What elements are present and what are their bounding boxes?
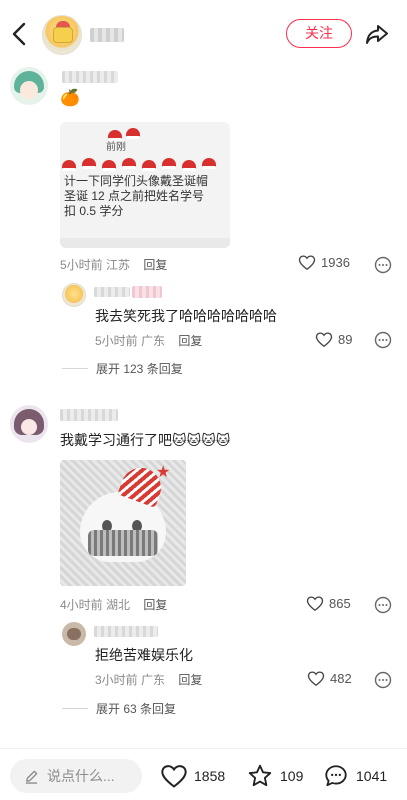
divider-line (62, 708, 88, 709)
like-count: 482 (330, 671, 352, 686)
santa-hat-sticker (62, 160, 76, 171)
commenter-avatar[interactable] (10, 67, 48, 105)
heart-icon (315, 332, 333, 348)
more-options-icon[interactable] (374, 671, 392, 689)
reply-meta: 5小时前 广东 回复 (95, 332, 202, 349)
heart-icon (298, 255, 316, 271)
comment-input-placeholder: 说点什么... (47, 768, 115, 784)
share-icon[interactable] (364, 21, 390, 47)
santa-hat-sticker (202, 158, 216, 169)
commenter-name-blurred[interactable] (60, 409, 118, 421)
like-button[interactable]: 482 (307, 670, 352, 687)
back-arrow-icon[interactable] (8, 20, 32, 48)
reply-text: 我去笑死我了哈哈哈哈哈哈哈 (95, 308, 277, 324)
follow-button[interactable]: 关注 (286, 19, 352, 48)
comment-location: 江苏 (106, 258, 131, 272)
reply-avatar[interactable] (62, 622, 86, 646)
commenter-avatar[interactable] (10, 405, 48, 443)
expand-replies-label: 展开 123 条回复 (96, 362, 183, 376)
reply-author-blurred[interactable] (94, 287, 130, 297)
reply-avatar[interactable] (62, 283, 86, 307)
image-header-text: 前刚 (106, 142, 126, 153)
author-name-blurred[interactable] (90, 28, 124, 42)
heart-icon (307, 671, 325, 687)
more-options-icon[interactable] (374, 256, 392, 274)
reply-text: 拒绝苦难娱乐化 (95, 647, 193, 663)
santa-hat-sticker (182, 160, 196, 171)
comment-meta: 4小时前 湖北 回复 (60, 596, 167, 613)
reply-author-badge-blurred (132, 286, 162, 298)
like-count: 89 (338, 332, 353, 347)
post-comment-count: 1041 (356, 768, 388, 784)
comment-location: 湖北 (106, 598, 131, 612)
reply-author-blurred[interactable] (94, 626, 158, 637)
santa-hat-sticker (142, 160, 156, 171)
image-caption-line: 扣 0.5 学分 (64, 204, 124, 218)
comment-time: 4小时前 (60, 598, 103, 612)
bottom-action-bar: 说点什么... 1858 109 1041 (0, 748, 407, 800)
comment-meta: 5小时前 江苏 回复 (60, 256, 167, 273)
favorite-post-button[interactable]: 109 (246, 763, 303, 789)
image-footer-strip (60, 238, 230, 248)
like-button[interactable]: 1936 (298, 254, 350, 271)
divider-line (62, 368, 88, 369)
more-options-icon[interactable] (374, 331, 392, 349)
reply-button[interactable]: 回复 (178, 673, 202, 687)
reply-location: 广东 (141, 673, 166, 687)
expand-replies-label: 展开 63 条回复 (96, 702, 177, 716)
comment-emoji: 🍊 (60, 90, 80, 107)
image-character-mask (88, 530, 158, 556)
like-count: 1936 (321, 255, 350, 270)
like-post-button[interactable]: 1858 (160, 763, 225, 789)
santa-hat-sticker (122, 158, 136, 169)
star-icon: ★ (156, 464, 171, 481)
avatar-face (20, 81, 38, 99)
reply-location: 广东 (141, 334, 166, 348)
reply-time: 5小时前 (95, 334, 138, 348)
comment-text: 我戴学习通行了吧🐱🐱🐱🐱 (60, 432, 231, 448)
image-caption: 计一下同学们头像戴圣诞帽 圣诞 12 点之前把姓名学号 扣 0.5 学分 (64, 174, 208, 219)
avatar-face (21, 419, 37, 435)
like-button[interactable]: 865 (306, 595, 351, 612)
more-options-icon[interactable] (374, 596, 392, 614)
commenter-name-blurred[interactable] (62, 71, 118, 83)
avatar-figure (67, 628, 81, 640)
expand-replies-button[interactable]: 展开 123 条回复 (62, 360, 183, 377)
like-button[interactable]: 89 (315, 331, 352, 348)
expand-replies-button[interactable]: 展开 63 条回复 (62, 700, 176, 717)
comment-image[interactable]: ★ (60, 460, 186, 586)
avatar-figure (53, 27, 73, 43)
heart-icon (306, 596, 324, 612)
star-icon (248, 764, 272, 787)
reply-meta: 3小时前 广东 回复 (95, 671, 202, 688)
reply-time: 3小时前 (95, 673, 138, 687)
comment-bubble-icon (325, 765, 347, 787)
santa-hat-sticker (126, 128, 140, 139)
post-like-count: 1858 (194, 768, 226, 784)
comment-time: 5小时前 (60, 258, 103, 272)
santa-hat-sticker (102, 160, 116, 171)
pencil-icon (25, 770, 38, 784)
heart-icon (161, 765, 187, 788)
santa-hat-sticker (82, 158, 96, 169)
comment-post-button[interactable]: 1041 (322, 763, 387, 789)
santa-hat-sticker (162, 158, 176, 169)
reply-button[interactable]: 回复 (178, 334, 202, 348)
author-avatar[interactable] (42, 15, 82, 55)
like-count: 865 (329, 596, 351, 611)
reply-button[interactable]: 回复 (143, 598, 167, 612)
image-caption-line: 计一下同学们头像戴圣诞帽 (64, 174, 209, 188)
comment-image[interactable]: 前刚 计一下同学们头像戴圣诞帽 圣诞 12 点之前把姓名学号 扣 0.5 学分 (60, 122, 230, 248)
comment-input[interactable]: 说点什么... (10, 759, 142, 793)
post-favorite-count: 109 (280, 768, 304, 784)
image-caption-line: 圣诞 12 点之前把姓名学号 (64, 189, 205, 203)
reply-button[interactable]: 回复 (143, 258, 167, 272)
top-bar: 关注 (0, 0, 407, 70)
